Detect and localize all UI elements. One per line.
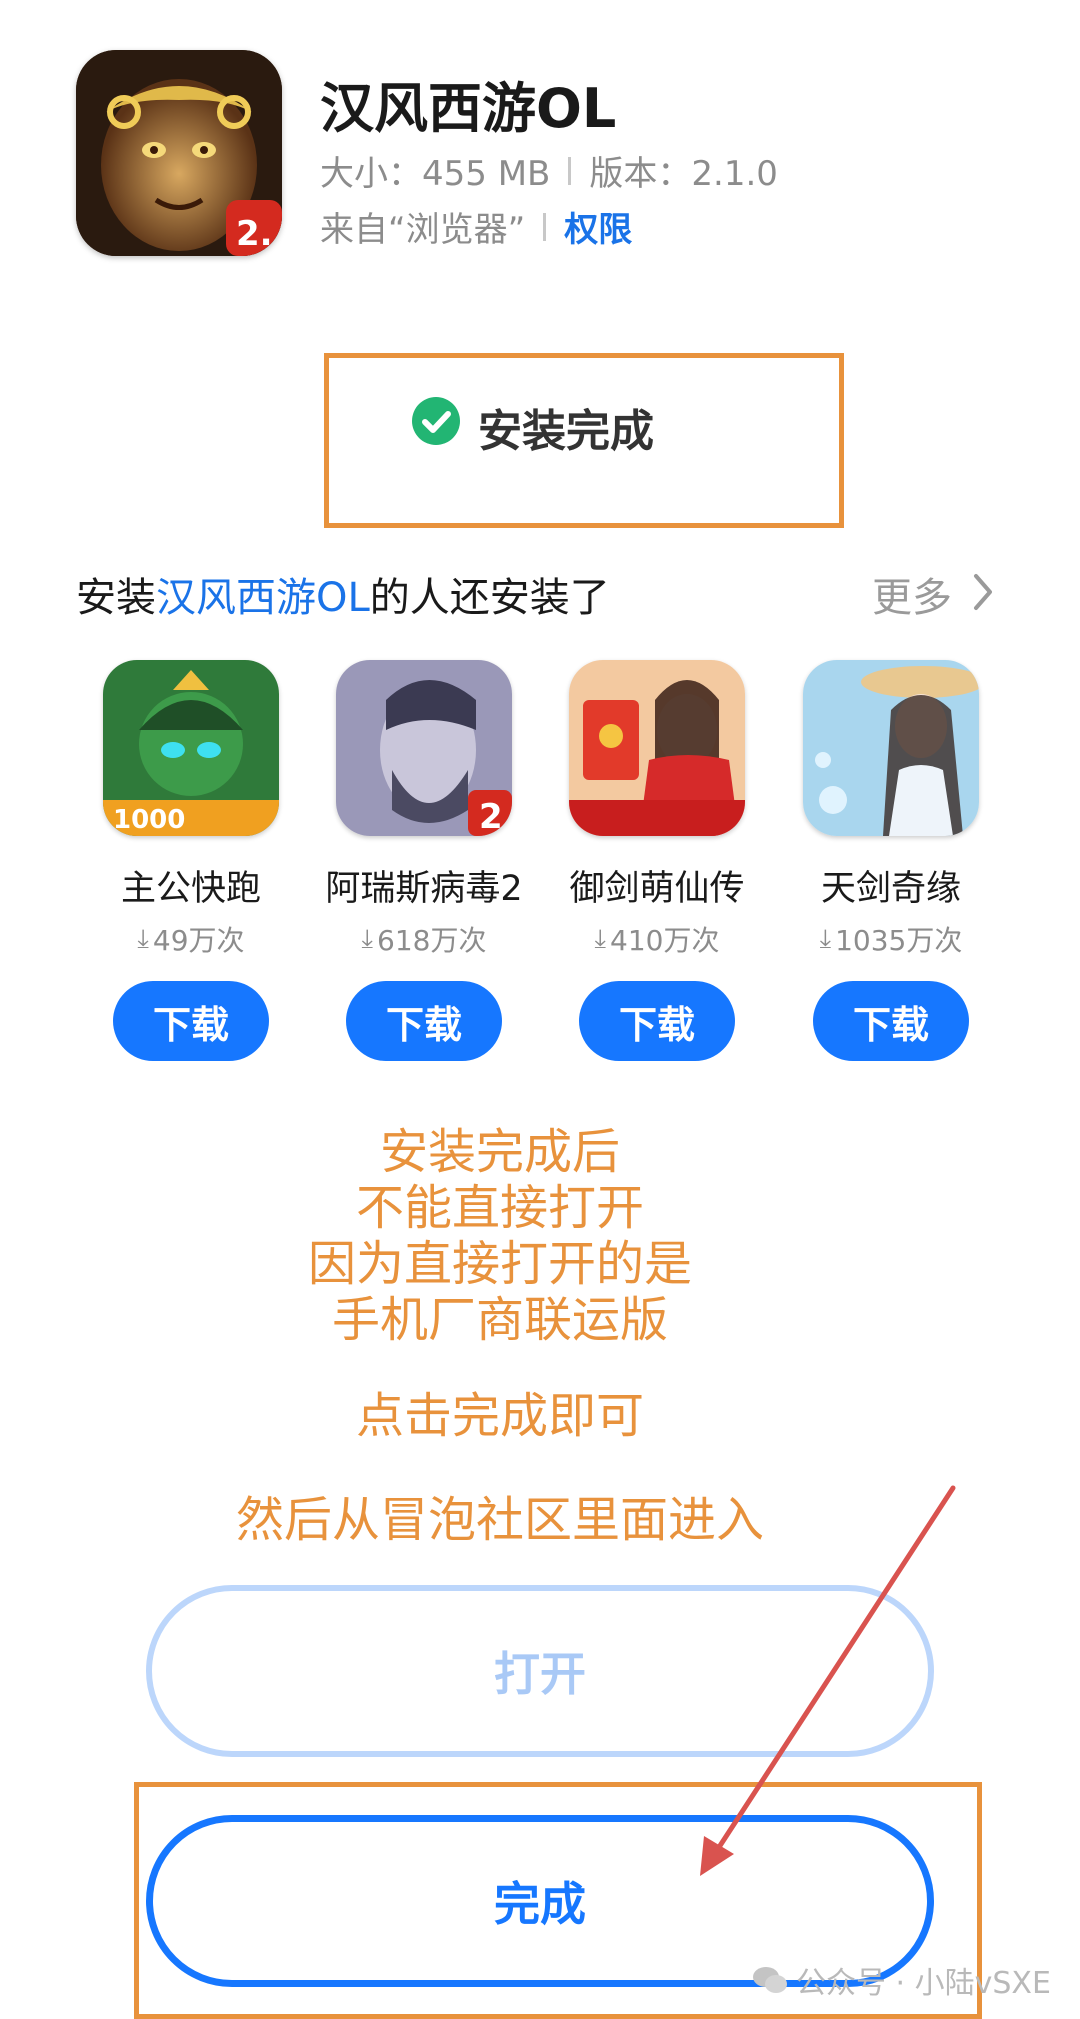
download-button[interactable]: 下载: [346, 981, 502, 1061]
recommend-app-name: 阿瑞斯病毒2: [325, 869, 523, 909]
svg-text:2: 2: [479, 797, 503, 836]
watermark-text: 公众号 · 小陆vSXE: [796, 1966, 1051, 2001]
recommend-card[interactable]: 1000 主公快跑 ⤓ 49万次 下载: [76, 660, 306, 1061]
instruction-line: 安装完成后: [379, 1124, 620, 1180]
download-arrow-icon: ⤓: [594, 923, 607, 954]
chevron-right-icon[interactable]: [968, 570, 998, 614]
install-complete-screen: 2. 汉风西游OL 大小：455 MB 版本：2.1.0 来自“浏览器” 权限 …: [0, 0, 1080, 2019]
meta-divider: [568, 156, 572, 185]
download-count-value: 49万次: [152, 924, 245, 957]
download-button[interactable]: 下载: [813, 981, 969, 1061]
download-arrow-icon: ⤓: [819, 923, 832, 954]
app-source: 来自“浏览器”: [320, 210, 526, 250]
instruction-line: 因为直接打开的是: [307, 1236, 692, 1292]
download-count: ⤓ 410万次: [542, 919, 772, 959]
recommend-app-name: 天剑奇缘: [820, 869, 961, 909]
download-count: ⤓ 618万次: [309, 919, 539, 959]
app-version: 版本：2.1.0: [589, 154, 778, 194]
watermark: 公众号 · 小陆vSXE: [752, 1958, 1051, 2002]
red-envelope-game-icon[interactable]: [569, 660, 745, 836]
open-button[interactable]: 打开: [146, 1585, 934, 1757]
more-link[interactable]: 更多: [872, 565, 952, 623]
svg-text:1000: 1000: [113, 805, 185, 835]
recommend-card[interactable]: 天剑奇缘 ⤓ 1035万次 下载: [776, 660, 1006, 1061]
app-source-row: 来自“浏览器” 权限: [320, 202, 632, 251]
download-count: ⤓ 49万次: [76, 919, 306, 959]
install-status-text: 安装完成: [478, 406, 654, 457]
warrior-game-icon[interactable]: 1000: [103, 660, 279, 836]
bearded-man-game-icon[interactable]: 2: [336, 660, 512, 836]
download-button[interactable]: 下载: [113, 981, 269, 1061]
recommend-card[interactable]: 御剑萌仙传 ⤓ 410万次 下载: [542, 660, 772, 1061]
download-count-value: 1035万次: [835, 924, 963, 957]
monkey-king-game-icon: 2.: [76, 50, 282, 256]
instruction-line: 点击完成即可: [355, 1388, 644, 1444]
download-button[interactable]: 下载: [579, 981, 735, 1061]
fairy-game-icon[interactable]: [803, 660, 979, 836]
app-size: 大小：455 MB: [320, 154, 551, 194]
app-size-version: 大小：455 MB 版本：2.1.0: [320, 146, 778, 195]
wechat-icon: [753, 1967, 787, 1993]
instruction-line: 不能直接打开: [355, 1180, 644, 1236]
recommend-app-name: 主公快跑: [120, 869, 261, 909]
svg-text:2.: 2.: [236, 214, 273, 254]
check-circle-icon: [412, 397, 460, 445]
download-count-value: 410万次: [610, 924, 720, 957]
permissions-link[interactable]: 权限: [564, 202, 632, 251]
download-count-value: 618万次: [377, 924, 487, 957]
download-arrow-icon: ⤓: [137, 923, 149, 954]
recommend-card[interactable]: 2 阿瑞斯病毒2 ⤓ 618万次 下载: [309, 660, 539, 1061]
download-count: ⤓ 1035万次: [776, 919, 1006, 959]
app-title: 汉风西游OL: [320, 77, 617, 140]
recommend-prefix: 安装: [76, 575, 156, 621]
instruction-line: 手机厂商联运版: [331, 1292, 668, 1348]
recommend-heading: 安装汉风西游OL的人还安装了: [76, 565, 610, 623]
recommend-app-name: 御剑萌仙传: [569, 869, 745, 909]
meta-divider: [543, 212, 547, 241]
recommend-suffix: 的人还安装了: [369, 575, 610, 621]
instruction-line: 然后从冒泡社区里面进入: [235, 1492, 764, 1548]
download-arrow-icon: ⤓: [361, 923, 374, 954]
recommend-app-name: 汉风西游OL: [156, 575, 370, 621]
